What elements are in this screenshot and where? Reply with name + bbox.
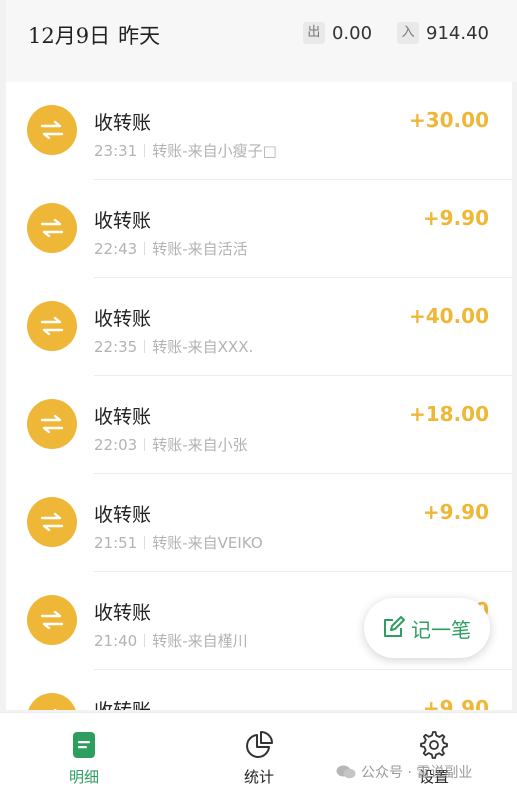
transaction-desc: 转账-来自XXX.	[152, 338, 254, 356]
transaction-item[interactable]: 收转账 21:51 转账-来自VEIKO +9.90	[6, 474, 512, 572]
transfer-icon	[27, 693, 77, 710]
nav-label: 明细	[68, 768, 99, 786]
transaction-amount: +9.90	[422, 696, 489, 710]
transaction-title: 收转账	[94, 210, 152, 232]
add-record-label: 记一笔	[411, 618, 471, 642]
nav-label: 统计	[243, 768, 274, 786]
document-icon	[73, 732, 95, 758]
day-label: 昨天	[118, 24, 161, 48]
app: 12月9日 昨天 出 0.00 入 914.40 收转账 23:31 转账-来自小瘦…	[0, 0, 517, 795]
daily-totals: 出 0.00 入 914.40	[302, 22, 489, 44]
transaction-item[interactable]: 收转账 +9.90	[6, 670, 512, 710]
transaction-item[interactable]: 收转账 22:43 转账-来自活活 +9.90	[6, 180, 512, 278]
transaction-amount: +9.90	[422, 500, 489, 524]
transaction-item[interactable]: 收转账 22:03 转账-来自小张 +18.00	[6, 376, 512, 474]
transaction-item[interactable]: 收转账 23:31 转账-来自小瘦子□ +30.00	[6, 82, 512, 180]
transfer-icon	[27, 595, 77, 645]
transaction-amount: +30.00	[408, 108, 489, 132]
transaction-title: 收转账	[94, 406, 152, 428]
transaction-desc: 转账-来自活活	[152, 240, 248, 258]
nav-tab-details[interactable]: 明细	[24, 713, 144, 795]
transfer-icon	[27, 399, 77, 449]
transaction-amount: +40.00	[408, 304, 489, 328]
transaction-meta: 22:43 转账-来自活活	[94, 238, 248, 259]
transaction-time: 22:03	[94, 436, 138, 454]
in-value: 914.40	[426, 22, 489, 44]
date-title: 12月9日 昨天	[28, 20, 160, 50]
transaction-meta: 23:31 转账-来自小瘦子□	[94, 140, 277, 161]
transaction-time: 21:51	[94, 534, 138, 552]
transaction-title: 收转账	[94, 696, 151, 710]
transaction-title: 收转账	[94, 504, 152, 526]
transaction-item[interactable]: 收转账 22:35 转账-来自XXX. +40.00	[6, 278, 512, 376]
date-label: 12月9日	[28, 24, 111, 48]
in-tag: 入	[397, 22, 420, 44]
add-record-button[interactable]: 记一笔	[364, 598, 490, 658]
transaction-time: 21:40	[94, 632, 138, 650]
transaction-desc: 转账-来自VEIKO	[152, 534, 263, 552]
transaction-time: 22:35	[94, 338, 138, 356]
watermark-text: 公众号 · 雷说副业	[361, 765, 473, 781]
transaction-desc: 转账-来自小张	[152, 436, 248, 454]
pie-chart-icon	[246, 731, 273, 758]
nav-tab-settings[interactable]: 设置	[374, 713, 494, 795]
transaction-meta: 22:03 转账-来自小张	[94, 434, 248, 455]
transaction-desc: 转账-来自小瘦子□	[152, 142, 277, 160]
day-header: 12月9日 昨天 出 0.00 入 914.40	[6, 0, 517, 82]
transaction-meta: 21:40 转账-来自槿川	[94, 630, 248, 651]
transaction-meta: 21:51 转账-来自VEIKO	[94, 532, 263, 553]
transaction-meta: 22:35 转账-来自XXX.	[94, 336, 253, 357]
bottom-nav: 明细 统计 设置	[0, 712, 517, 795]
nav-tab-stats[interactable]: 统计	[199, 713, 319, 795]
transaction-amount: +9.90	[422, 206, 489, 230]
transaction-amount: +18.00	[408, 402, 489, 426]
wechat-icon	[336, 765, 356, 779]
edit-icon	[384, 616, 405, 637]
out-tag: 出	[302, 22, 325, 44]
transaction-title: 收转账	[94, 602, 152, 624]
transaction-time: 22:43	[94, 240, 138, 258]
transfer-icon	[27, 105, 77, 155]
watermark: 公众号 · 雷说副业	[336, 762, 472, 782]
transaction-time: 23:31	[94, 142, 138, 160]
transfer-icon	[27, 497, 77, 547]
transaction-title: 收转账	[94, 308, 152, 330]
transaction-title: 收转账	[94, 112, 152, 134]
gear-icon	[420, 731, 448, 759]
out-value: 0.00	[331, 22, 373, 44]
transaction-desc: 转账-来自槿川	[152, 632, 248, 650]
transfer-icon	[27, 203, 77, 253]
transfer-icon	[27, 301, 77, 351]
